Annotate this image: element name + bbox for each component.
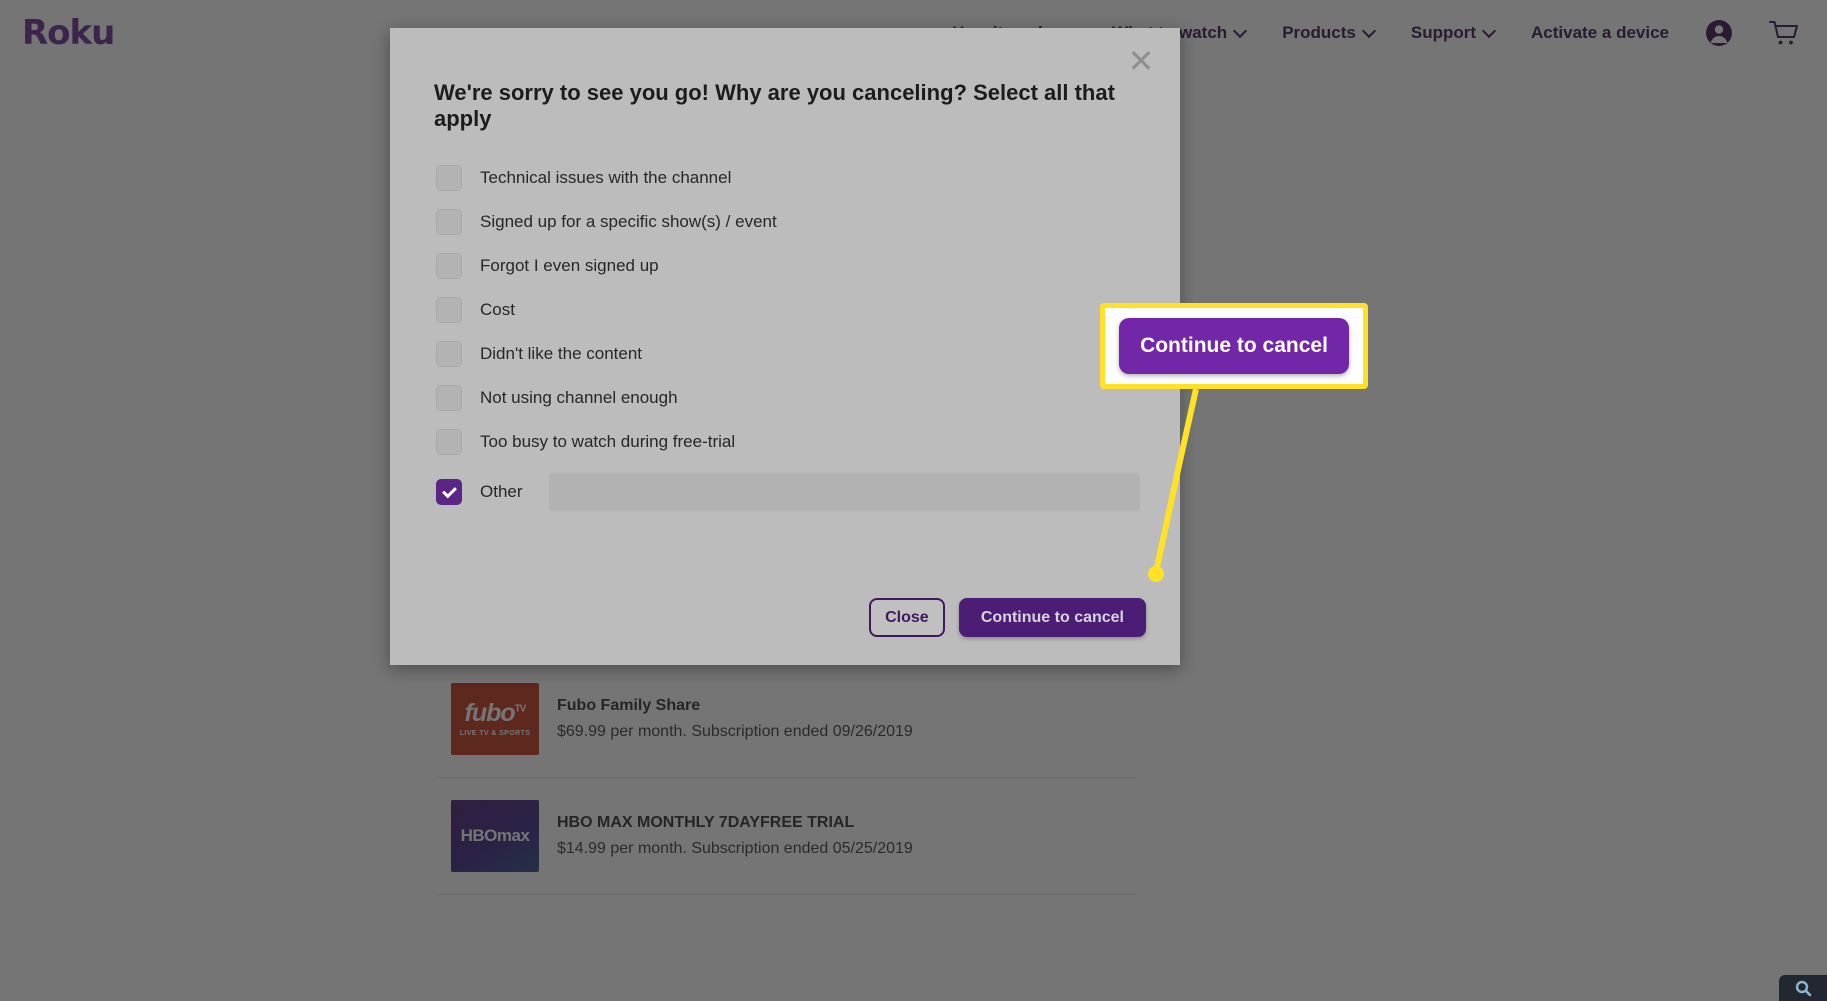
option-forgot-signed-up[interactable]: Forgot I even signed up (436, 244, 1140, 288)
callout-highlight-box: Continue to cancel (1100, 303, 1368, 389)
modal-title: We're sorry to see you go! Why are you c… (434, 80, 1115, 131)
option-didnt-like-content[interactable]: Didn't like the content (436, 332, 1140, 376)
callout-continue-to-cancel-button[interactable]: Continue to cancel (1119, 318, 1349, 374)
checkbox-checked[interactable] (436, 479, 462, 505)
check-icon (441, 483, 457, 498)
checkbox[interactable] (436, 341, 462, 367)
checkbox[interactable] (436, 429, 462, 455)
screen: Roku How it works What to watch Products… (0, 0, 1827, 1001)
cancel-reason-options: Technical issues with the channel Signed… (436, 156, 1140, 518)
option-signed-up-for-show[interactable]: Signed up for a specific show(s) / event (436, 200, 1140, 244)
callout-anchor-dot (1148, 566, 1164, 582)
option-too-busy[interactable]: Too busy to watch during free-trial (436, 420, 1140, 464)
option-label: Forgot I even signed up (480, 256, 659, 275)
option-label: Technical issues with the channel (480, 168, 732, 187)
close-button[interactable]: Close (868, 598, 945, 637)
other-reason-input[interactable] (548, 473, 1140, 511)
corner-widget[interactable] (1779, 975, 1827, 1001)
option-technical-issues[interactable]: Technical issues with the channel (436, 156, 1140, 200)
close-icon[interactable]: ✕ (1124, 45, 1158, 79)
checkbox[interactable] (436, 385, 462, 411)
checkbox[interactable] (436, 209, 462, 235)
option-other[interactable]: Other (436, 466, 1140, 518)
cancel-subscription-modal: ✕ We're sorry to see you go! Why are you… (390, 28, 1180, 665)
option-label: Other (480, 482, 523, 501)
option-label: Didn't like the content (480, 344, 643, 363)
continue-to-cancel-button[interactable]: Continue to cancel (958, 598, 1146, 637)
option-label: Not using channel enough (480, 388, 678, 407)
option-label: Cost (480, 300, 515, 319)
checkbox[interactable] (436, 297, 462, 323)
modal-actions: Close Continue to cancel (868, 598, 1146, 637)
search-widget-icon (1795, 980, 1812, 997)
checkbox[interactable] (436, 165, 462, 191)
option-label: Too busy to watch during free-trial (480, 432, 736, 451)
option-cost[interactable]: Cost (436, 288, 1140, 332)
option-not-using-enough[interactable]: Not using channel enough (436, 376, 1140, 420)
checkbox[interactable] (436, 253, 462, 279)
option-label: Signed up for a specific show(s) / event (480, 212, 777, 231)
